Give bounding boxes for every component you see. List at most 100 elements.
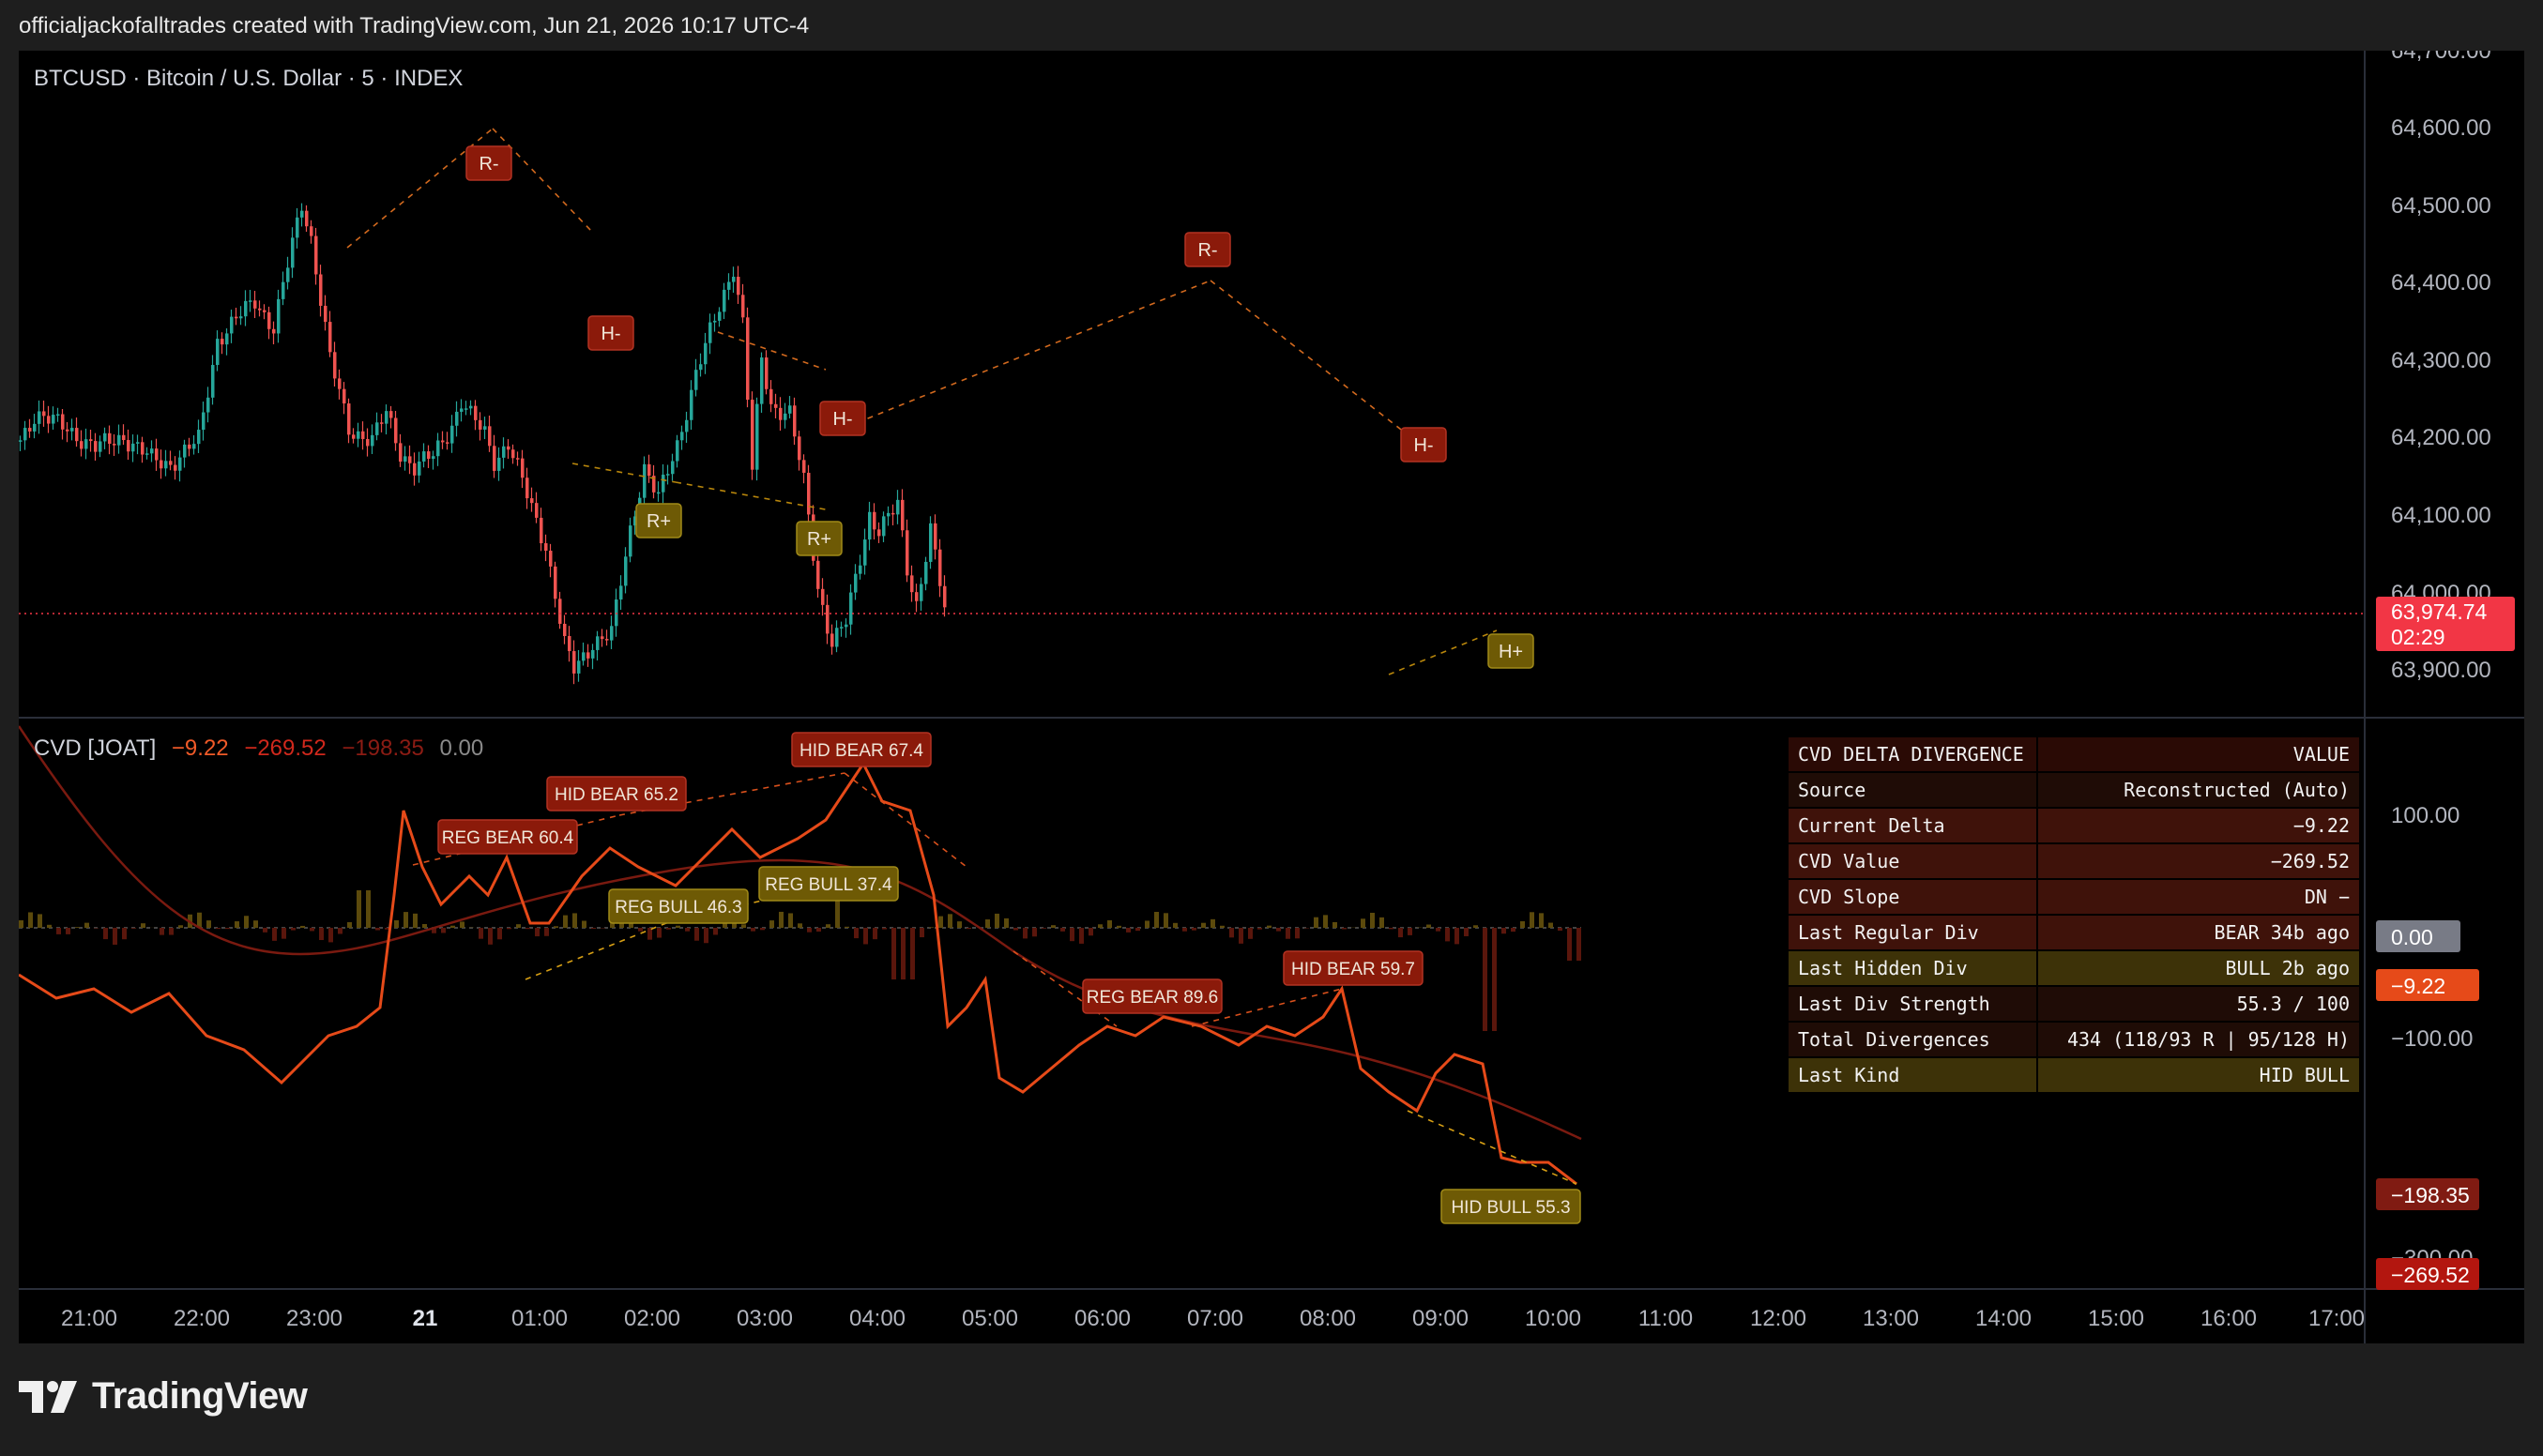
cvd-indicator-legend[interactable]: CVD [JOAT] −9.22 −269.52 −198.35 0.00 [34,736,493,762]
candle-body [821,588,825,605]
candle-body [211,365,215,398]
price-axis-tick: 64,300.00 [2391,348,2491,373]
candle-body [859,565,862,574]
candle-body [84,439,88,449]
histogram-bar [685,928,690,932]
table-row-value: BULL 2b ago [2038,951,2359,985]
table-header-key: CVD DELTA DIVERGENCE [1789,737,2036,771]
candle-body [906,530,909,576]
chart-credit-line: officialjackofalltrades created with Tra… [19,13,810,38]
candle-body [338,378,342,389]
candle-body [497,457,501,471]
candle-body [802,460,806,473]
histogram-bar [638,928,643,932]
candle-body [103,432,107,442]
histogram-bar [863,928,868,945]
candle-body [873,511,876,530]
divergence-marker-label: R+ [807,529,831,550]
candle-body [380,422,384,424]
candle-body [901,499,905,531]
histogram-bar [957,921,962,928]
chart-svg[interactable]: R- H- H- R- H- R+ R+ H+ 64,700.00 64,600.00 64,500… [19,51,2524,1343]
candle-body [197,430,201,445]
candle-body [488,426,492,447]
candle-body [235,316,238,319]
histogram-bar [1464,928,1469,936]
time-axis-tick: 09:00 [1412,1306,1469,1331]
candle-body [127,440,130,452]
candle-body [718,311,722,321]
candle-body [56,414,60,417]
candle-body [877,529,881,537]
histogram-bar [75,927,80,928]
chart-canvas[interactable]: R- H- H- R- H- R+ R+ H+ 64,700.00 64,600.00 64,500… [19,51,2524,1343]
candle-body [929,523,933,562]
symbol-title[interactable]: BTCUSD · Bitcoin / U.S. Dollar · 5 · IND… [34,66,463,92]
candle-body [516,458,520,460]
histogram-bar [19,920,23,928]
histogram-bar [563,915,568,928]
candle-body [375,422,379,435]
price-axis-tick: 64,400.00 [2391,270,2491,296]
candle-body [216,339,220,366]
histogram-bar [676,925,680,928]
cvd-divergence-label: HID BEAR 65.2 [555,785,678,805]
table-row-cvd-value: CVD Value −269.52 [1789,844,2359,878]
candle-body [774,403,778,408]
candle-body [708,322,712,343]
candle-body [450,425,454,444]
histogram-bar [497,928,502,940]
candle-body [601,636,604,640]
histogram-bar [1182,928,1187,932]
price-axis-tick: 64,600.00 [2391,115,2491,141]
candle-body [680,432,684,441]
candle-body [755,403,759,470]
cvd-divergence-label: REG BULL 46.3 [615,898,742,918]
histogram-bar [572,913,577,928]
cvd-divergence-label: REG BEAR 89.6 [1087,988,1218,1008]
histogram-bar [704,928,708,944]
cvd-axis-tick: 100.00 [2391,803,2459,828]
histogram-bar [263,928,267,933]
histogram-bar [751,928,755,932]
histogram-bar [1548,922,1553,928]
histogram-bar [479,928,483,939]
candle-body [727,281,731,290]
candle-body [887,512,891,517]
histogram-bar [891,928,896,979]
histogram-bar [178,925,183,928]
candle-body [474,405,478,420]
candle-body [685,419,689,432]
tradingview-brand[interactable]: TradingView [19,1375,308,1418]
candle-body [835,628,839,647]
candle-body [361,431,365,439]
candle-body [19,440,23,442]
histogram-bar [141,923,145,928]
cvd-divergence-label: HID BEAR 59.7 [1291,960,1415,979]
histogram-bar [1013,928,1018,931]
candle-body [563,623,567,636]
candle-body [108,432,112,445]
histogram-bar [84,922,89,928]
candle-body [446,442,449,444]
candle-body [183,444,187,458]
histogram-bar [873,928,877,940]
price-axis-tick: 64,200.00 [2391,425,2491,450]
candle-body [854,573,858,593]
candle-body [788,405,792,414]
histogram-bar [1201,922,1206,928]
histogram-bar [995,913,999,928]
cvd-legend-value-zero: 0.00 [439,736,484,761]
candle-body [80,441,84,449]
table-row-value: 434 (118/93 R | 95/128 H) [2038,1023,2359,1056]
time-axis-tick: 21:00 [61,1306,117,1331]
candle-body [286,267,290,282]
candle-body [131,443,135,452]
candle-body [896,499,900,515]
histogram-bar [657,928,662,938]
tradingview-wordmark: TradingView [92,1375,308,1417]
candle-body [699,364,703,371]
histogram-bar [1520,920,1525,928]
candle-body [117,434,121,446]
candle-body [192,444,196,449]
